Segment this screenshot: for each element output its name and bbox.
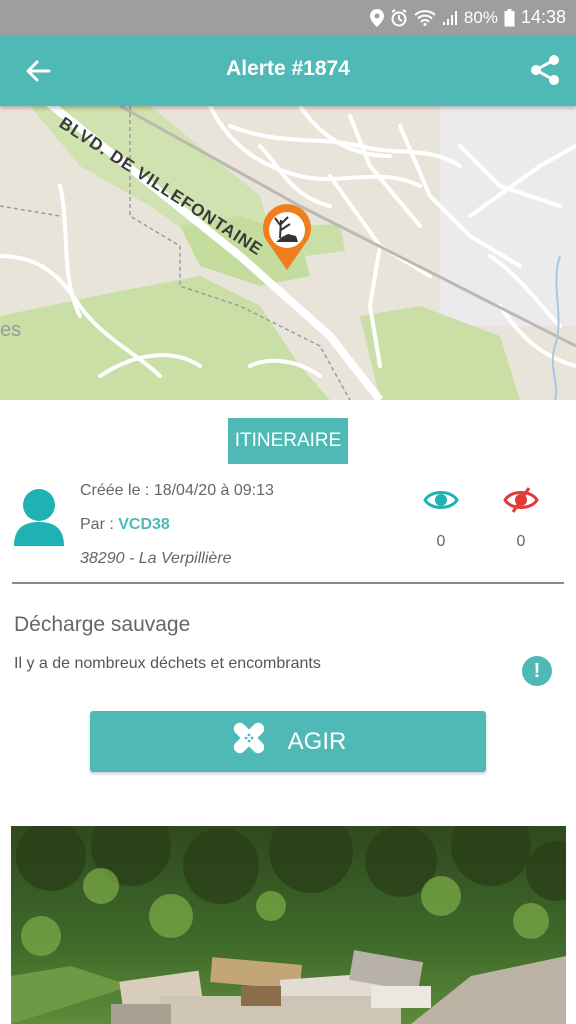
battery-icon — [504, 8, 515, 27]
author: Par : VCD38 — [80, 516, 170, 534]
wifi-icon — [414, 9, 436, 26]
status-bar: 80% 14:38 — [0, 0, 576, 35]
map-canvas: BLVD. DE VILLEFONTAINE es — [0, 106, 576, 400]
created-date: Créée le : 18/04/20 à 09:13 — [80, 482, 274, 499]
clock: 14:38 — [520, 7, 566, 27]
battery-percent: 80% — [463, 7, 498, 27]
divider — [12, 582, 564, 584]
act-button[interactable]: AGIR — [90, 711, 486, 772]
views-count: 0 — [436, 533, 446, 550]
itinerary-button[interactable]: ITINERAIRE — [228, 418, 348, 464]
author-link[interactable]: VCD38 — [118, 516, 170, 533]
location-text: 38290 - La Verpillière — [80, 550, 232, 567]
share-icon[interactable] — [528, 53, 562, 87]
bandage-icon — [230, 719, 268, 764]
alarm-icon — [390, 8, 408, 27]
map-edge-label: es — [0, 319, 21, 341]
alert-photo[interactable] — [11, 826, 566, 1024]
app-bar: Alerte #1874 — [0, 35, 576, 106]
signal-icon — [442, 10, 458, 26]
author-label: Par : — [80, 516, 119, 533]
alert-description: Il y a de nombreux déchets et encombrant… — [14, 655, 321, 672]
page-title: Alerte #1874 — [226, 57, 350, 80]
alert-category: Décharge sauvage — [14, 613, 191, 636]
hidden-icon[interactable] — [501, 487, 541, 518]
report-icon[interactable]: ! — [522, 656, 552, 686]
avatar-icon — [14, 488, 64, 546]
views-icon[interactable] — [421, 487, 461, 518]
location-icon — [369, 8, 384, 27]
act-button-label: AGIR — [287, 727, 347, 755]
map-view[interactable]: BLVD. DE VILLEFONTAINE es — [0, 106, 576, 400]
hidden-count: 0 — [516, 533, 526, 550]
